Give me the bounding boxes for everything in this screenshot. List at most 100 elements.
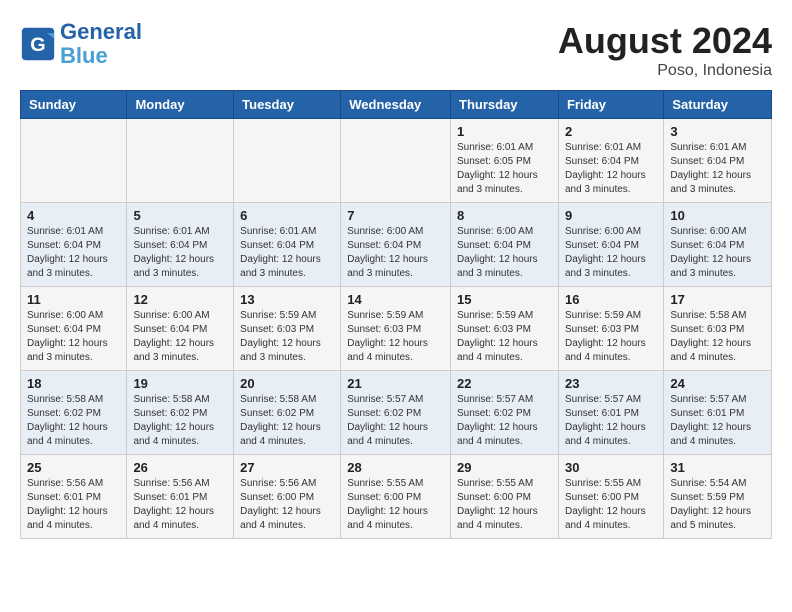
calendar-table: SundayMondayTuesdayWednesdayThursdayFrid…	[20, 90, 772, 539]
day-number: 4	[27, 208, 120, 223]
calendar-week-row: 18Sunrise: 5:58 AM Sunset: 6:02 PM Dayli…	[21, 371, 772, 455]
day-number: 31	[670, 460, 765, 475]
calendar-cell: 27 Sunrise: 5:56 AM Sunset: 6:00 PM Dayli…	[234, 455, 341, 539]
calendar-week-row: 4 Sunrise: 6:01 AM Sunset: 6:04 PM Daylig…	[21, 203, 772, 287]
day-info: Sunrise: 6:00 AM Sunset: 6:04 PM Dayligh…	[457, 225, 552, 281]
day-number: 14	[347, 292, 444, 307]
weekday-header-thursday: Thursday	[451, 91, 559, 119]
day-info: Sunrise: 5:58 AM Sunset: 6:02 PM Dayligh…	[133, 393, 227, 449]
day-info: Sunrise: 5:57 AM Sunset: 6:02 PM Dayligh…	[457, 393, 552, 449]
day-info: Sunrise: 5:56 AM Sunset: 6:01 PM Dayligh…	[27, 477, 120, 533]
day-info: Sunrise: 5:56 AM Sunset: 6:01 PM Dayligh…	[133, 477, 227, 533]
calendar-cell: 29 Sunrise: 5:55 AM Sunset: 6:00 PM Dayli…	[451, 455, 559, 539]
day-number: 28	[347, 460, 444, 475]
calendar-cell: 31 Sunrise: 5:54 AM Sunset: 5:59 PM Dayli…	[664, 455, 772, 539]
calendar-cell	[21, 119, 127, 203]
day-info: Sunrise: 5:59 AM Sunset: 6:03 PM Dayligh…	[240, 309, 334, 365]
day-info: Sunrise: 5:54 AM Sunset: 5:59 PM Dayligh…	[670, 477, 765, 533]
calendar-cell: 11 Sunrise: 6:00 AM Sunset: 6:04 PM Dayli…	[21, 287, 127, 371]
day-info: Sunrise: 6:01 AM Sunset: 6:04 PM Dayligh…	[27, 225, 120, 281]
day-number: 27	[240, 460, 334, 475]
day-number: 10	[670, 208, 765, 223]
day-number: 30	[565, 460, 657, 475]
calendar-cell: 5 Sunrise: 6:01 AM Sunset: 6:04 PM Daylig…	[127, 203, 234, 287]
calendar-cell: 18Sunrise: 5:58 AM Sunset: 6:02 PM Dayli…	[21, 371, 127, 455]
calendar-cell: 25 Sunrise: 5:56 AM Sunset: 6:01 PM Dayli…	[21, 455, 127, 539]
day-info: Sunrise: 6:00 AM Sunset: 6:04 PM Dayligh…	[565, 225, 657, 281]
day-info: Sunrise: 5:57 AM Sunset: 6:01 PM Dayligh…	[565, 393, 657, 449]
logo-line1: General	[60, 19, 142, 44]
weekday-header-tuesday: Tuesday	[234, 91, 341, 119]
weekday-header-sunday: Sunday	[21, 91, 127, 119]
logo-text: General Blue	[60, 20, 142, 68]
day-number: 22	[457, 376, 552, 391]
calendar-cell: 4 Sunrise: 6:01 AM Sunset: 6:04 PM Daylig…	[21, 203, 127, 287]
day-info: Sunrise: 5:59 AM Sunset: 6:03 PM Dayligh…	[565, 309, 657, 365]
day-number: 25	[27, 460, 120, 475]
day-number: 8	[457, 208, 552, 223]
location: Poso, Indonesia	[558, 62, 772, 80]
day-info: Sunrise: 5:57 AM Sunset: 6:01 PM Dayligh…	[670, 393, 765, 449]
weekday-header-friday: Friday	[558, 91, 663, 119]
day-info: Sunrise: 5:55 AM Sunset: 6:00 PM Dayligh…	[565, 477, 657, 533]
day-number: 7	[347, 208, 444, 223]
day-number: 11	[27, 292, 120, 307]
calendar-cell: 12Sunrise: 6:00 AM Sunset: 6:04 PM Dayli…	[127, 287, 234, 371]
day-number: 20	[240, 376, 334, 391]
day-number: 15	[457, 292, 552, 307]
calendar-cell: 24 Sunrise: 5:57 AM Sunset: 6:01 PM Dayli…	[664, 371, 772, 455]
calendar-week-row: 11 Sunrise: 6:00 AM Sunset: 6:04 PM Dayli…	[21, 287, 772, 371]
day-number: 26	[133, 460, 227, 475]
day-info: Sunrise: 6:01 AM Sunset: 6:04 PM Dayligh…	[133, 225, 227, 281]
day-number: 1	[457, 124, 552, 139]
day-number: 9	[565, 208, 657, 223]
calendar-week-row: 1 Sunrise: 6:01 AM Sunset: 6:05 PM Daylig…	[21, 119, 772, 203]
day-number: 13	[240, 292, 334, 307]
day-info: Sunrise: 6:00 AM Sunset: 6:04 PM Dayligh…	[133, 309, 227, 365]
calendar-cell: 23 Sunrise: 5:57 AM Sunset: 6:01 PM Dayli…	[558, 371, 663, 455]
day-info: Sunrise: 5:57 AM Sunset: 6:02 PM Dayligh…	[347, 393, 444, 449]
calendar-cell: 22 Sunrise: 5:57 AM Sunset: 6:02 PM Dayli…	[451, 371, 559, 455]
calendar-cell	[234, 119, 341, 203]
day-info: Sunrise: 5:59 AM Sunset: 6:03 PM Dayligh…	[457, 309, 552, 365]
calendar-cell: 14 Sunrise: 5:59 AM Sunset: 6:03 PM Dayli…	[341, 287, 451, 371]
calendar-cell	[127, 119, 234, 203]
calendar-cell	[341, 119, 451, 203]
weekday-header-saturday: Saturday	[664, 91, 772, 119]
day-info: Sunrise: 6:00 AM Sunset: 6:04 PM Dayligh…	[27, 309, 120, 365]
day-info: Sunrise: 5:58 AM Sunset: 6:03 PM Dayligh…	[670, 309, 765, 365]
weekday-header-wednesday: Wednesday	[341, 91, 451, 119]
calendar-cell: 10Sunrise: 6:00 AM Sunset: 6:04 PM Dayli…	[664, 203, 772, 287]
day-number: 6	[240, 208, 334, 223]
calendar-cell: 28 Sunrise: 5:55 AM Sunset: 6:00 PM Dayli…	[341, 455, 451, 539]
day-number: 21	[347, 376, 444, 391]
day-info: Sunrise: 6:01 AM Sunset: 6:04 PM Dayligh…	[565, 141, 657, 197]
day-info: Sunrise: 5:55 AM Sunset: 6:00 PM Dayligh…	[347, 477, 444, 533]
day-number: 23	[565, 376, 657, 391]
day-number: 5	[133, 208, 227, 223]
calendar-cell: 17Sunrise: 5:58 AM Sunset: 6:03 PM Dayli…	[664, 287, 772, 371]
day-info: Sunrise: 6:00 AM Sunset: 6:04 PM Dayligh…	[347, 225, 444, 281]
calendar-cell: 7 Sunrise: 6:00 AM Sunset: 6:04 PM Daylig…	[341, 203, 451, 287]
calendar-cell: 8 Sunrise: 6:00 AM Sunset: 6:04 PM Daylig…	[451, 203, 559, 287]
day-number: 29	[457, 460, 552, 475]
day-number: 19	[133, 376, 227, 391]
calendar-cell: 15 Sunrise: 5:59 AM Sunset: 6:03 PM Dayli…	[451, 287, 559, 371]
day-info: Sunrise: 5:56 AM Sunset: 6:00 PM Dayligh…	[240, 477, 334, 533]
day-info: Sunrise: 5:58 AM Sunset: 6:02 PM Dayligh…	[27, 393, 120, 449]
calendar-cell: 13 Sunrise: 5:59 AM Sunset: 6:03 PM Dayli…	[234, 287, 341, 371]
page-header: G General Blue August 2024 Poso, Indones…	[20, 20, 772, 80]
calendar-cell: 2Sunrise: 6:01 AM Sunset: 6:04 PM Daylig…	[558, 119, 663, 203]
logo-icon: G	[20, 26, 56, 62]
logo: G General Blue	[20, 20, 142, 68]
day-number: 24	[670, 376, 765, 391]
day-number: 3	[670, 124, 765, 139]
calendar-cell: 20Sunrise: 5:58 AM Sunset: 6:02 PM Dayli…	[234, 371, 341, 455]
day-info: Sunrise: 6:01 AM Sunset: 6:04 PM Dayligh…	[670, 141, 765, 197]
calendar-cell: 9 Sunrise: 6:00 AM Sunset: 6:04 PM Daylig…	[558, 203, 663, 287]
title-area: August 2024 Poso, Indonesia	[558, 20, 772, 80]
day-info: Sunrise: 5:55 AM Sunset: 6:00 PM Dayligh…	[457, 477, 552, 533]
day-info: Sunrise: 6:01 AM Sunset: 6:05 PM Dayligh…	[457, 141, 552, 197]
logo-line2: Blue	[60, 43, 108, 68]
day-info: Sunrise: 5:59 AM Sunset: 6:03 PM Dayligh…	[347, 309, 444, 365]
